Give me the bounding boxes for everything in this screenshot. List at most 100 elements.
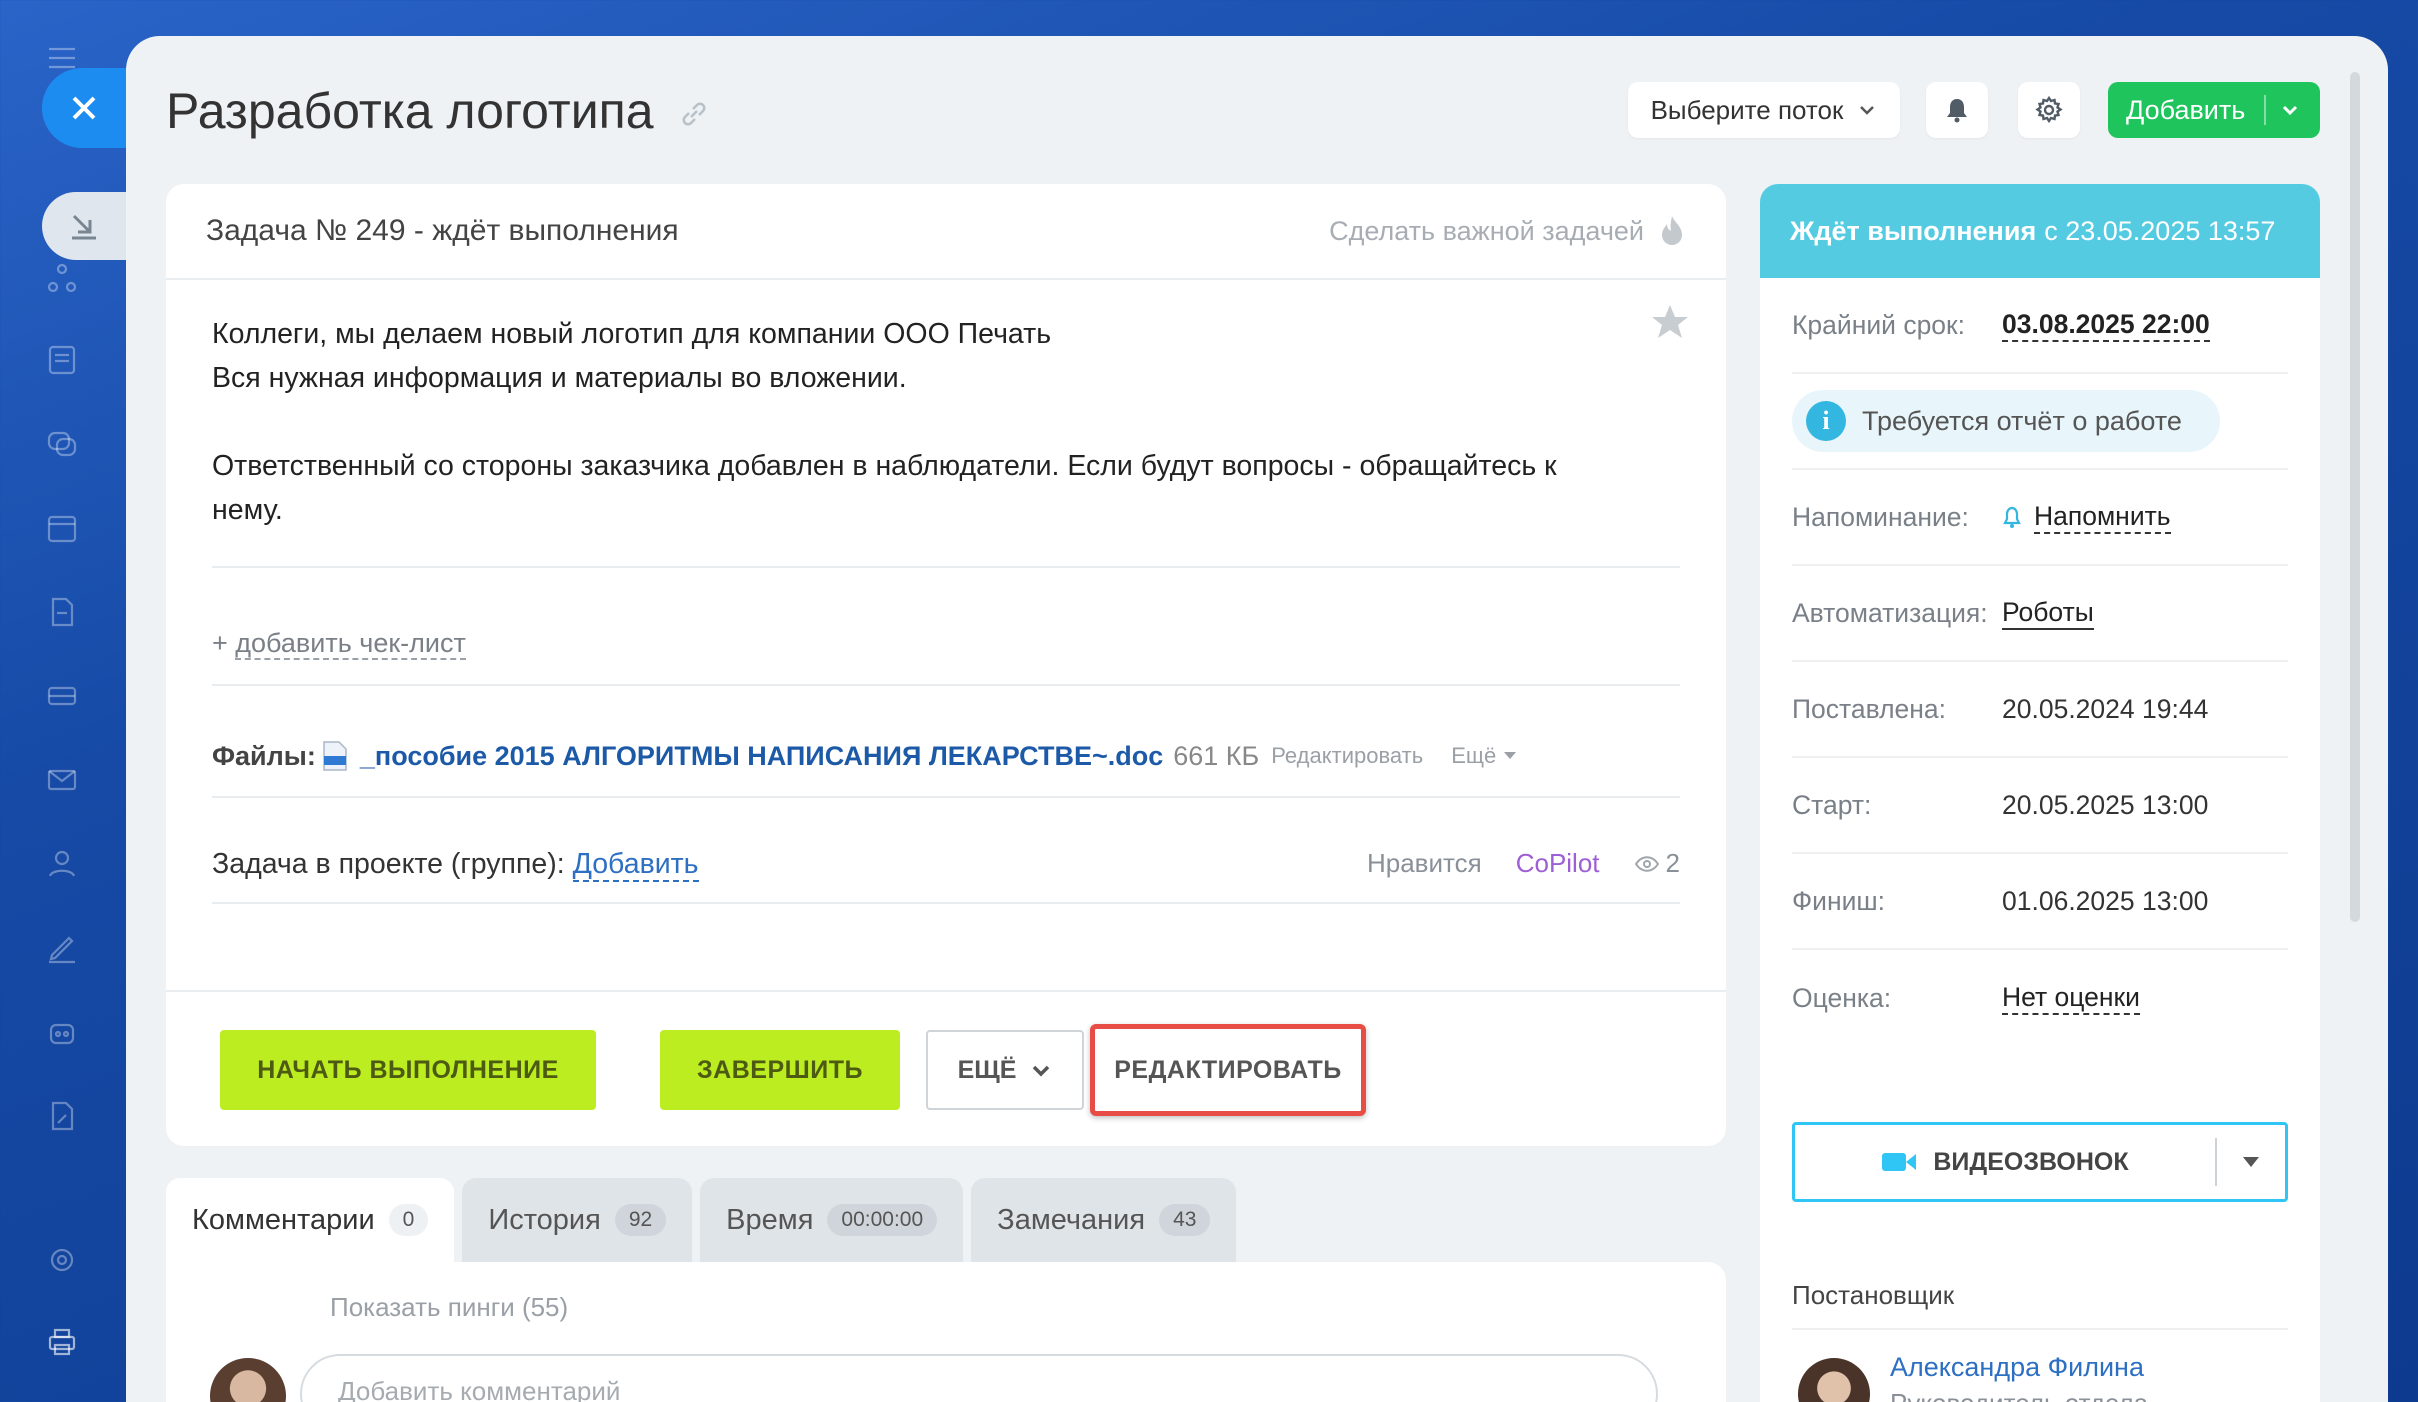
video-camera-icon (1882, 1153, 1917, 1171)
automation-link[interactable]: Роботы (2002, 597, 2094, 630)
divider (1792, 1328, 2288, 1330)
description-line: Ответственный со стороны заказчика добав… (212, 450, 1557, 482)
status-label: Ждёт выполнения (1790, 215, 2037, 246)
settings-icon[interactable] (42, 1240, 82, 1280)
settings-button[interactable] (2018, 82, 2080, 138)
document-icon[interactable] (42, 592, 82, 632)
checklist-prefix: + (212, 628, 236, 658)
add-button[interactable]: Добавить (2108, 82, 2320, 138)
add-button-label: Добавить (2126, 94, 2246, 125)
automation-row: Автоматизация: Роботы (1792, 566, 2288, 662)
reactions: Нравится CoPilot 2 (1367, 848, 1680, 879)
feed-icon[interactable] (42, 340, 82, 380)
creator-name-link[interactable]: Александра Филина (1890, 1352, 2144, 1383)
calendar-icon[interactable] (42, 508, 82, 548)
tab-count: 0 (388, 1204, 429, 1236)
deadline-value[interactable]: 03.08.2025 22:00 (2002, 309, 2210, 342)
description-line: Коллеги, мы делаем новый логотип для ком… (212, 318, 1052, 350)
divider (212, 796, 1680, 798)
star-icon[interactable] (1650, 302, 1690, 342)
task-tabs: Комментарии 0 История 92 Время 00:00:00 … (166, 1178, 1237, 1262)
arrow-down-right-icon (72, 214, 96, 240)
video-call-label: ВИДЕОЗВОНОК (1933, 1147, 2129, 1176)
edit-document-icon[interactable] (42, 1096, 82, 1136)
avatar[interactable] (1798, 1358, 1870, 1402)
contacts-icon[interactable] (42, 844, 82, 884)
make-important-label: Сделать важной задачей (1329, 215, 1644, 246)
show-pings-link[interactable]: Показать пинги (55) (330, 1292, 568, 1323)
start-label: Старт: (1792, 789, 1872, 820)
tab-time[interactable]: Время 00:00:00 (700, 1178, 964, 1262)
gear-icon (2035, 95, 2063, 124)
chevron-down-icon[interactable] (2280, 100, 2300, 120)
comment-input[interactable]: Добавить комментарий (300, 1354, 1658, 1402)
more-actions-button[interactable]: ЕЩЁ (926, 1030, 1084, 1110)
edit-task-button[interactable]: РЕДАКТИРОВАТЬ (1090, 1024, 1366, 1116)
file-more-menu[interactable]: Ещё (1451, 743, 1517, 769)
video-call-button[interactable]: ВИДЕОЗВОНОК (1792, 1122, 2288, 1202)
collapse-slider-button[interactable] (42, 192, 132, 260)
crm-icon[interactable] (42, 258, 82, 298)
task-header: Задача № 249 - ждёт выполнения Сделать в… (166, 184, 1726, 280)
copilot-button[interactable]: CoPilot (1516, 848, 1600, 879)
chat-icon[interactable] (42, 424, 82, 464)
scrollbar[interactable] (2350, 72, 2360, 922)
robot-icon[interactable] (42, 1012, 82, 1052)
add-button-separator (2264, 95, 2266, 125)
like-button[interactable]: Нравится (1367, 848, 1482, 879)
drive-icon[interactable] (42, 676, 82, 716)
sign-icon[interactable] (42, 928, 82, 968)
make-important-button[interactable]: Сделать важной задачей (1329, 214, 1686, 248)
report-label: Требуется отчёт о работе (1862, 405, 2182, 436)
printer-icon[interactable] (42, 1322, 82, 1362)
left-sidebar (0, 0, 132, 1402)
stream-select[interactable]: Выберите поток (1628, 82, 1900, 138)
stream-select-label: Выберите поток (1650, 94, 1844, 125)
report-row: i Требуется отчёт о работе (1792, 374, 2288, 470)
finish-task-button[interactable]: ЗАВЕРШИТЬ (660, 1030, 900, 1110)
task-heading: Задача № 249 - ждёт выполнения (206, 214, 679, 247)
finish-label: Финиш: (1792, 885, 1886, 916)
task-slider-panel: Разработка логотипа Выберите поток Добав… (126, 36, 2388, 1402)
caret-down-icon (1504, 752, 1517, 759)
more-actions-label: ЕЩЁ (957, 1055, 1017, 1084)
comments-section: Показать пинги (55) Добавить комментарий (166, 1262, 1726, 1402)
project-label: Задача в проекте (группе): (212, 848, 573, 880)
close-slider-button[interactable] (42, 68, 132, 148)
video-call-dropdown[interactable] (2217, 1156, 2285, 1168)
divider (212, 566, 1680, 568)
info-icon: i (1806, 401, 1846, 441)
reminder-row: Напоминание: Напомнить (1792, 470, 2288, 566)
doc-file-icon (323, 741, 347, 771)
notifications-button[interactable] (1926, 82, 1988, 138)
copy-link-icon[interactable] (678, 98, 710, 130)
file-name-link[interactable]: _пособие 2015 АЛГОРИТМЫ НАПИСАНИЯ ЛЕКАРС… (360, 741, 1163, 772)
chevron-down-icon (1860, 106, 1875, 115)
tab-remarks[interactable]: Замечания 43 (971, 1178, 1237, 1262)
add-checklist-link[interactable]: добавить чек-лист (235, 628, 466, 660)
file-edit-link[interactable]: Редактировать (1271, 743, 1423, 769)
description-line: нему. (212, 494, 283, 526)
files-row: Файлы: _пособие 2015 АЛГОРИТМЫ НАПИСАНИЯ… (212, 740, 1517, 772)
flame-icon (1662, 216, 1682, 245)
add-checklist[interactable]: + добавить чек-лист (212, 628, 466, 660)
mail-icon[interactable] (42, 760, 82, 800)
status-header: Ждёт выполнения с 23.05.2025 13:57 (1760, 184, 2320, 278)
finish-value: 01.06.2025 13:00 (2002, 885, 2209, 916)
project-add-link[interactable]: Добавить (572, 848, 699, 882)
deadline-row: Крайний срок: 03.08.2025 22:00 (1792, 278, 2288, 374)
views-count: 2 (1665, 848, 1680, 878)
reminder-link[interactable]: Напомнить (2034, 501, 2171, 534)
tab-comments[interactable]: Комментарии 0 (166, 1178, 455, 1262)
divider (212, 902, 1680, 904)
rating-link[interactable]: Нет оценки (2002, 982, 2140, 1015)
tab-history[interactable]: История 92 (462, 1178, 693, 1262)
creator-title: Постановщик (1792, 1280, 1955, 1310)
divider (212, 684, 1680, 686)
start-task-button[interactable]: НАЧАТЬ ВЫПОЛНЕНИЕ (220, 1030, 596, 1110)
creator-position: Руководитель отдела маркетинга (1890, 1386, 2230, 1402)
rating-row: Оценка: Нет оценки (1792, 950, 2288, 1046)
created-row: Поставлена: 20.05.2024 19:44 (1792, 662, 2288, 758)
video-call-main[interactable]: ВИДЕОЗВОНОК (1795, 1148, 2215, 1177)
report-required-badge: i Требуется отчёт о работе (1792, 390, 2220, 452)
